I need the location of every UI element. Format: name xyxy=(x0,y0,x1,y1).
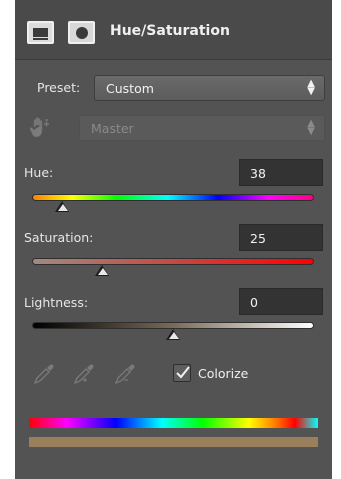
hue-input[interactable]: 38 xyxy=(239,159,323,186)
layer-mask-icon[interactable] xyxy=(68,21,95,44)
saturation-label: Saturation: xyxy=(24,230,94,245)
saturation-value: 25 xyxy=(250,231,266,246)
saturation-slider-track[interactable] xyxy=(32,258,314,265)
hue-saturation-panel: Hue/Saturation Preset: Custom ▲ ▼ Master … xyxy=(15,0,332,479)
checkmark-icon xyxy=(176,366,190,379)
panel-header: Hue/Saturation xyxy=(15,0,332,60)
channel-value: Master xyxy=(91,121,134,136)
colorize-label: Colorize xyxy=(198,366,249,381)
lightness-input[interactable]: 0 xyxy=(239,288,323,315)
hue-label: Hue: xyxy=(24,165,54,180)
eyedropper-plus-icon[interactable] xyxy=(72,362,96,386)
adjustment-layer-icon[interactable] xyxy=(27,21,54,44)
targeted-adjustment-hand-icon[interactable] xyxy=(27,115,53,141)
colorize-checkbox[interactable] xyxy=(173,364,191,382)
input-spectrum-bar xyxy=(29,418,318,428)
saturation-slider-thumb[interactable] xyxy=(95,265,110,276)
preset-label: Preset: xyxy=(37,80,81,95)
eyedropper-minus-icon[interactable] xyxy=(113,362,137,386)
preset-value: Custom xyxy=(106,81,154,96)
panel-title: Hue/Saturation xyxy=(110,23,230,39)
hue-slider-track[interactable] xyxy=(32,194,314,201)
lightness-slider-track[interactable] xyxy=(32,322,314,329)
lightness-value: 0 xyxy=(250,295,258,310)
select-arrows-icon: ▲ ▼ xyxy=(307,78,315,97)
channel-select[interactable]: Master ▲ ▼ xyxy=(79,115,325,141)
lightness-slider-thumb[interactable] xyxy=(166,329,181,340)
output-color-bar xyxy=(29,437,318,447)
eyedropper-icon[interactable] xyxy=(32,362,56,386)
saturation-input[interactable]: 25 xyxy=(239,224,323,251)
hue-slider-thumb[interactable] xyxy=(55,201,70,212)
preset-select[interactable]: Custom ▲ ▼ xyxy=(94,75,325,101)
lightness-label: Lightness: xyxy=(24,295,89,310)
hue-value: 38 xyxy=(250,166,266,181)
select-arrows-icon: ▲ ▼ xyxy=(307,118,315,137)
